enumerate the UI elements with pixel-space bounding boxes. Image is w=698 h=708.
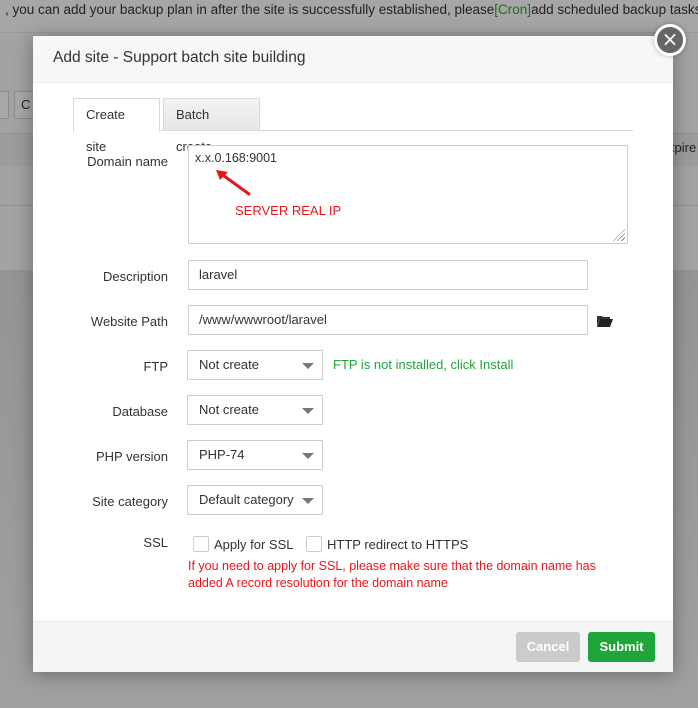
domain-name-textarea[interactable]: x.x.0.168:9001 [188,145,628,244]
website-path-input[interactable]: /www/wwwroot/laravel [188,305,588,335]
site-category-select[interactable]: Default category [187,485,323,515]
server-real-ip-annotation: SERVER REAL IP [235,203,342,218]
ftp-label: FTP [143,359,168,374]
ftp-selected-value: Not create [199,357,259,372]
description-value: laravel [199,267,238,282]
site-category-label: Site category [92,494,168,509]
chevron-down-icon [302,453,314,459]
red-arrow-annotation-icon [216,170,251,196]
resize-grip-icon[interactable] [613,229,625,241]
background-button [0,91,9,119]
folder-open-icon[interactable] [597,315,613,327]
apply-ssl-label[interactable]: Apply for SSL [214,537,294,552]
chevron-down-icon [302,363,314,369]
submit-button[interactable]: Submit [588,632,655,662]
website-path-label: Website Path [90,314,168,329]
domain-name-value: x.x.0.168:9001 [195,151,278,165]
dialog-title: Add site - Support batch site building [53,49,306,66]
chevron-down-icon [302,408,314,414]
database-selected-value: Not create [199,402,259,417]
domain-name-label: Domain name [87,154,168,169]
database-select[interactable]: Not create [187,395,323,425]
dialog-header: Add site - Support batch site building [33,36,673,83]
site-category-selected-value: Default category [199,492,294,507]
https-redirect-label[interactable]: HTTP redirect to HTTPS [327,537,468,552]
apply-ssl-checkbox[interactable] [193,536,209,552]
description-label: Description [102,269,168,284]
https-redirect-checkbox[interactable] [306,536,322,552]
php-version-label: PHP version [95,449,168,464]
tab-batch-create[interactable]: Batch create [163,98,260,154]
add-site-dialog: Add site - Support batch site building C… [33,36,673,672]
ssl-label: SSL [143,535,168,550]
php-version-selected-value: PHP-74 [199,447,245,462]
ftp-select[interactable]: Not create [187,350,323,380]
background-notice: , you can add your backup plan in after … [0,0,698,33]
notice-text-end: add scheduled backup tasks to the [531,2,698,17]
tab-bar: Create site Batch create [73,98,633,154]
dialog-footer: Cancel Submit [33,621,673,672]
cron-link[interactable]: [Cron] [494,2,531,17]
php-version-select[interactable]: PHP-74 [187,440,323,470]
database-label: Database [112,404,168,419]
website-path-value: /www/wwwroot/laravel [199,312,327,327]
close-icon[interactable]: × [654,24,686,56]
tab-create-site[interactable]: Create site [73,98,160,154]
chevron-down-icon [302,498,314,504]
ftp-install-link[interactable]: FTP is not installed, click Install [333,357,513,372]
background-button-label: C [21,97,31,112]
ssl-warning-text: If you need to apply for SSL, please mak… [188,559,596,590]
cancel-button[interactable]: Cancel [516,632,580,662]
notice-text: , you can add your backup plan in after … [5,2,495,17]
description-input[interactable]: laravel [188,260,588,290]
